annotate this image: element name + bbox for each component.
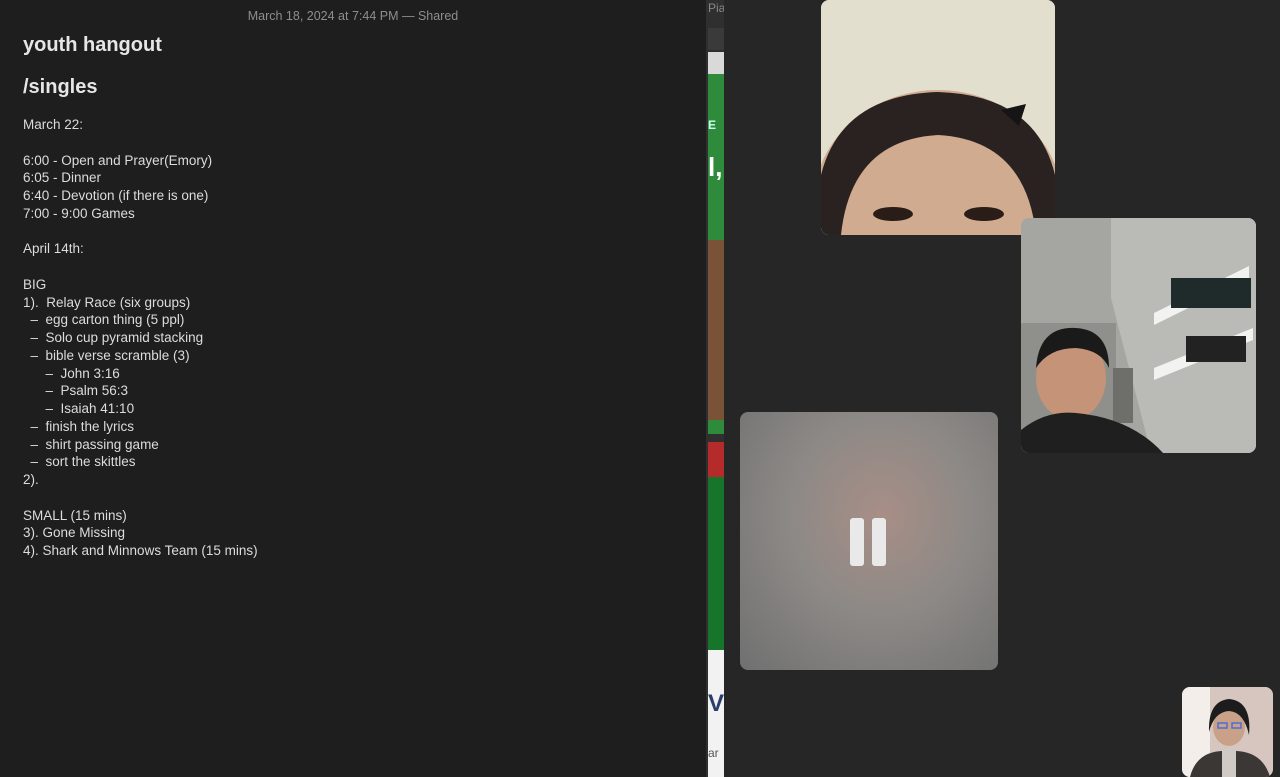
note-title[interactable]: youth hangout <box>23 34 162 57</box>
note-line <box>23 134 683 152</box>
background-character-image <box>708 240 724 420</box>
facetime-call-window[interactable] <box>724 0 1280 777</box>
note-date-shared: March 18, 2024 at 7:44 PM — Shared <box>247 9 459 23</box>
background-band <box>708 52 724 74</box>
note-line: – Isaiah 41:10 <box>23 401 135 416</box>
note-line: – shirt passing game <box>23 436 159 452</box>
note-line: 4). Shark and Minnows Team (15 mins) <box>23 543 258 558</box>
background-window[interactable]: Piar E l, V ar <box>706 0 724 777</box>
note-title-continued[interactable]: /singles <box>23 76 97 99</box>
participant-video <box>821 0 1055 235</box>
note-line: April 14th: <box>23 241 84 257</box>
note-line <box>23 223 683 241</box>
note-line: – egg carton thing (5 ppl) <box>23 312 185 328</box>
background-text-1: E <box>708 118 717 132</box>
background-toolbar <box>708 28 724 50</box>
note-line: 2). <box>23 472 39 487</box>
notes-window: March 18, 2024 at 7:44 PM — Shared youth… <box>0 0 706 777</box>
note-line: 6:00 - Open and Prayer(Emory) <box>23 152 213 168</box>
note-line: – bible verse scramble (3) <box>23 347 190 363</box>
note-line: – finish the lyrics <box>23 418 135 434</box>
note-line <box>23 258 683 276</box>
participant-video-tile[interactable] <box>821 0 1055 235</box>
note-body[interactable]: March 22: 6:00 - Open and Prayer(Emory) 6:… <box>23 116 683 560</box>
self-view-video <box>1182 687 1273 777</box>
note-line: March 22: <box>23 117 84 132</box>
background-red-band <box>708 442 724 477</box>
note-line: BIG <box>23 276 47 292</box>
background-text-2: l, <box>708 152 723 182</box>
background-text-3: V <box>708 690 724 717</box>
note-line: 3). Gone Missing <box>23 525 126 541</box>
participant-video-tile[interactable] <box>1021 218 1256 453</box>
note-line: – John 3:16 <box>23 365 120 381</box>
note-line: – sort the skittles <box>23 454 136 470</box>
participant-paused-tile[interactable] <box>740 412 998 670</box>
note-line: SMALL (15 mins) <box>23 507 127 523</box>
self-view[interactable] <box>1182 687 1273 777</box>
background-window-tab-text: Piar <box>708 1 724 15</box>
note-line: – Solo cup pyramid stacking <box>23 330 204 345</box>
note-line: 6:05 - Dinner <box>23 170 102 186</box>
background-green-band <box>708 477 724 650</box>
background-text-4: ar <box>708 746 719 760</box>
pause-icon <box>850 518 886 566</box>
note-line <box>23 489 683 507</box>
note-line: 7:00 - 9:00 Games <box>23 205 135 221</box>
participant-video <box>1021 218 1256 453</box>
note-line: 6:40 - Devotion (if there is one) <box>23 188 209 203</box>
note-line: 1). Relay Race (six groups) <box>23 294 191 310</box>
note-line: – Psalm 56:3 <box>23 383 129 399</box>
